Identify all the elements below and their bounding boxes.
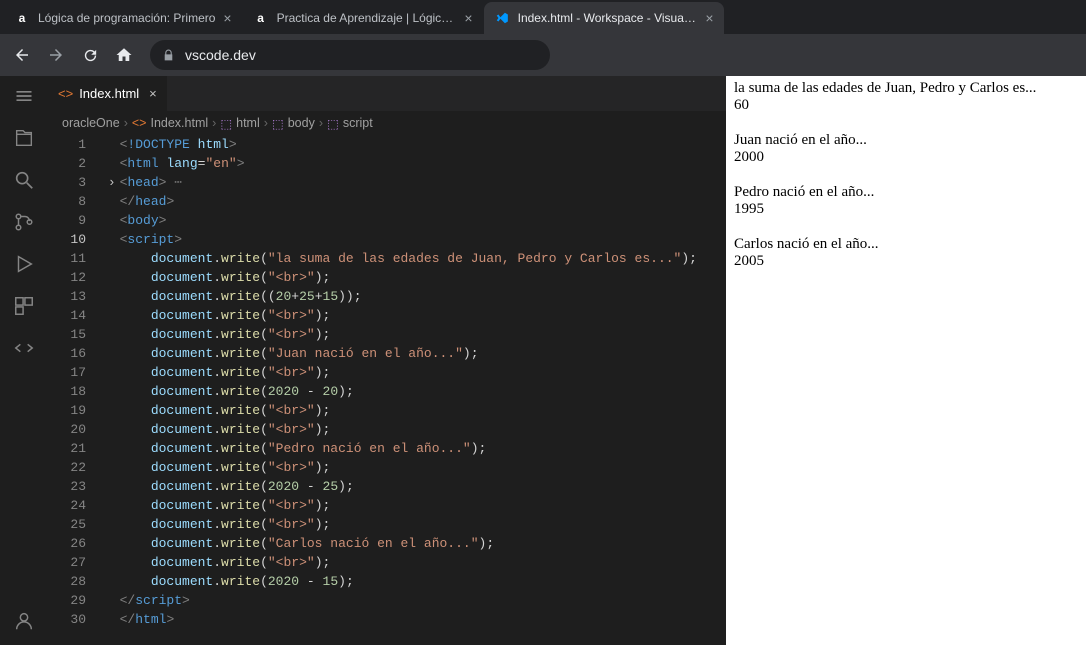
chevron-right-icon: › <box>124 116 128 130</box>
symbol-icon: ⬚ <box>327 116 339 131</box>
browser-tab-2[interactable]: Index.html - Workspace - Visual S × <box>484 2 724 34</box>
breadcrumb-item[interactable]: script <box>343 116 373 130</box>
breadcrumb-item[interactable]: oracleOne <box>62 116 120 130</box>
run-debug-icon[interactable] <box>12 252 36 276</box>
symbol-icon: ⬚ <box>220 116 232 131</box>
activity-bar <box>0 76 48 645</box>
remote-icon[interactable] <box>12 336 36 360</box>
html-file-icon: <> <box>58 86 73 101</box>
output-block: Pedro nació en el año...1995 <box>734 184 1078 218</box>
source-control-icon[interactable] <box>12 210 36 234</box>
chevron-right-icon: › <box>319 116 323 130</box>
close-icon[interactable]: × <box>223 10 231 26</box>
menu-icon[interactable] <box>12 84 36 108</box>
vscode-body: <> Index.html × oracleOne › <> Index.htm… <box>0 76 726 645</box>
breadcrumb-item[interactable]: html <box>236 116 260 130</box>
reload-button[interactable] <box>76 41 104 69</box>
close-icon[interactable]: × <box>149 86 157 101</box>
browser-tab-1[interactable]: a Practica de Aprendizaje | Lógica d × <box>243 2 483 34</box>
chevron-right-icon: › <box>264 116 268 130</box>
browser-tab-0[interactable]: a Lógica de programación: Primero × <box>4 2 242 34</box>
output-block: la suma de las edades de Juan, Pedro y C… <box>734 80 1078 114</box>
browser-chrome: a Lógica de programación: Primero × a Pr… <box>0 0 1086 76</box>
chevron-right-icon: › <box>212 116 216 130</box>
tab-title: Index.html - Workspace - Visual S <box>518 11 698 25</box>
page-output: la suma de las edades de Juan, Pedro y C… <box>726 76 1086 548</box>
back-button[interactable] <box>8 41 36 69</box>
vscode-app: <> Index.html × oracleOne › <> Index.htm… <box>0 76 726 645</box>
line-number-gutter: 1238910111213141516171819202122232425262… <box>48 135 100 645</box>
output-block: Juan nació en el año...2000 <box>734 132 1078 166</box>
editor-area: <> Index.html × oracleOne › <> Index.htm… <box>48 76 726 645</box>
main-area: <> Index.html × oracleOne › <> Index.htm… <box>0 76 1086 645</box>
close-icon[interactable]: × <box>464 10 472 26</box>
symbol-icon: ⬚ <box>272 116 284 131</box>
favicon-vscode-icon <box>494 10 510 26</box>
editor-tab-label: Index.html <box>79 86 139 101</box>
lock-icon <box>162 49 175 62</box>
search-icon[interactable] <box>12 168 36 192</box>
url-bar[interactable]: vscode.dev <box>150 40 550 70</box>
account-icon[interactable] <box>12 609 36 633</box>
html-file-icon: <> <box>132 116 147 130</box>
breadcrumb-item[interactable]: body <box>288 116 315 130</box>
tab-title: Practica de Aprendizaje | Lógica d <box>277 11 457 25</box>
home-button[interactable] <box>110 41 138 69</box>
close-icon[interactable]: × <box>705 10 713 26</box>
breadcrumb-item[interactable]: Index.html <box>150 116 208 130</box>
forward-button[interactable] <box>42 41 70 69</box>
favicon-alura-icon: a <box>253 10 269 26</box>
explorer-icon[interactable] <box>12 126 36 150</box>
code-editor[interactable]: 1238910111213141516171819202122232425262… <box>48 135 726 645</box>
favicon-alura-icon: a <box>14 10 30 26</box>
editor-tabs: <> Index.html × <box>48 76 726 111</box>
nav-bar: vscode.dev <box>0 34 1086 76</box>
tab-strip: a Lógica de programación: Primero × a Pr… <box>0 0 1086 34</box>
breadcrumbs[interactable]: oracleOne › <> Index.html › ⬚ html › ⬚ b… <box>48 111 726 135</box>
url-text: vscode.dev <box>185 47 256 63</box>
code-lines[interactable]: <!DOCTYPE html> <html lang="en"> ›<head>… <box>100 135 726 645</box>
tab-title: Lógica de programación: Primero <box>38 11 215 25</box>
editor-tab-index[interactable]: <> Index.html × <box>48 76 168 111</box>
extensions-icon[interactable] <box>12 294 36 318</box>
output-block: Carlos nació en el año...2005 <box>734 236 1078 270</box>
